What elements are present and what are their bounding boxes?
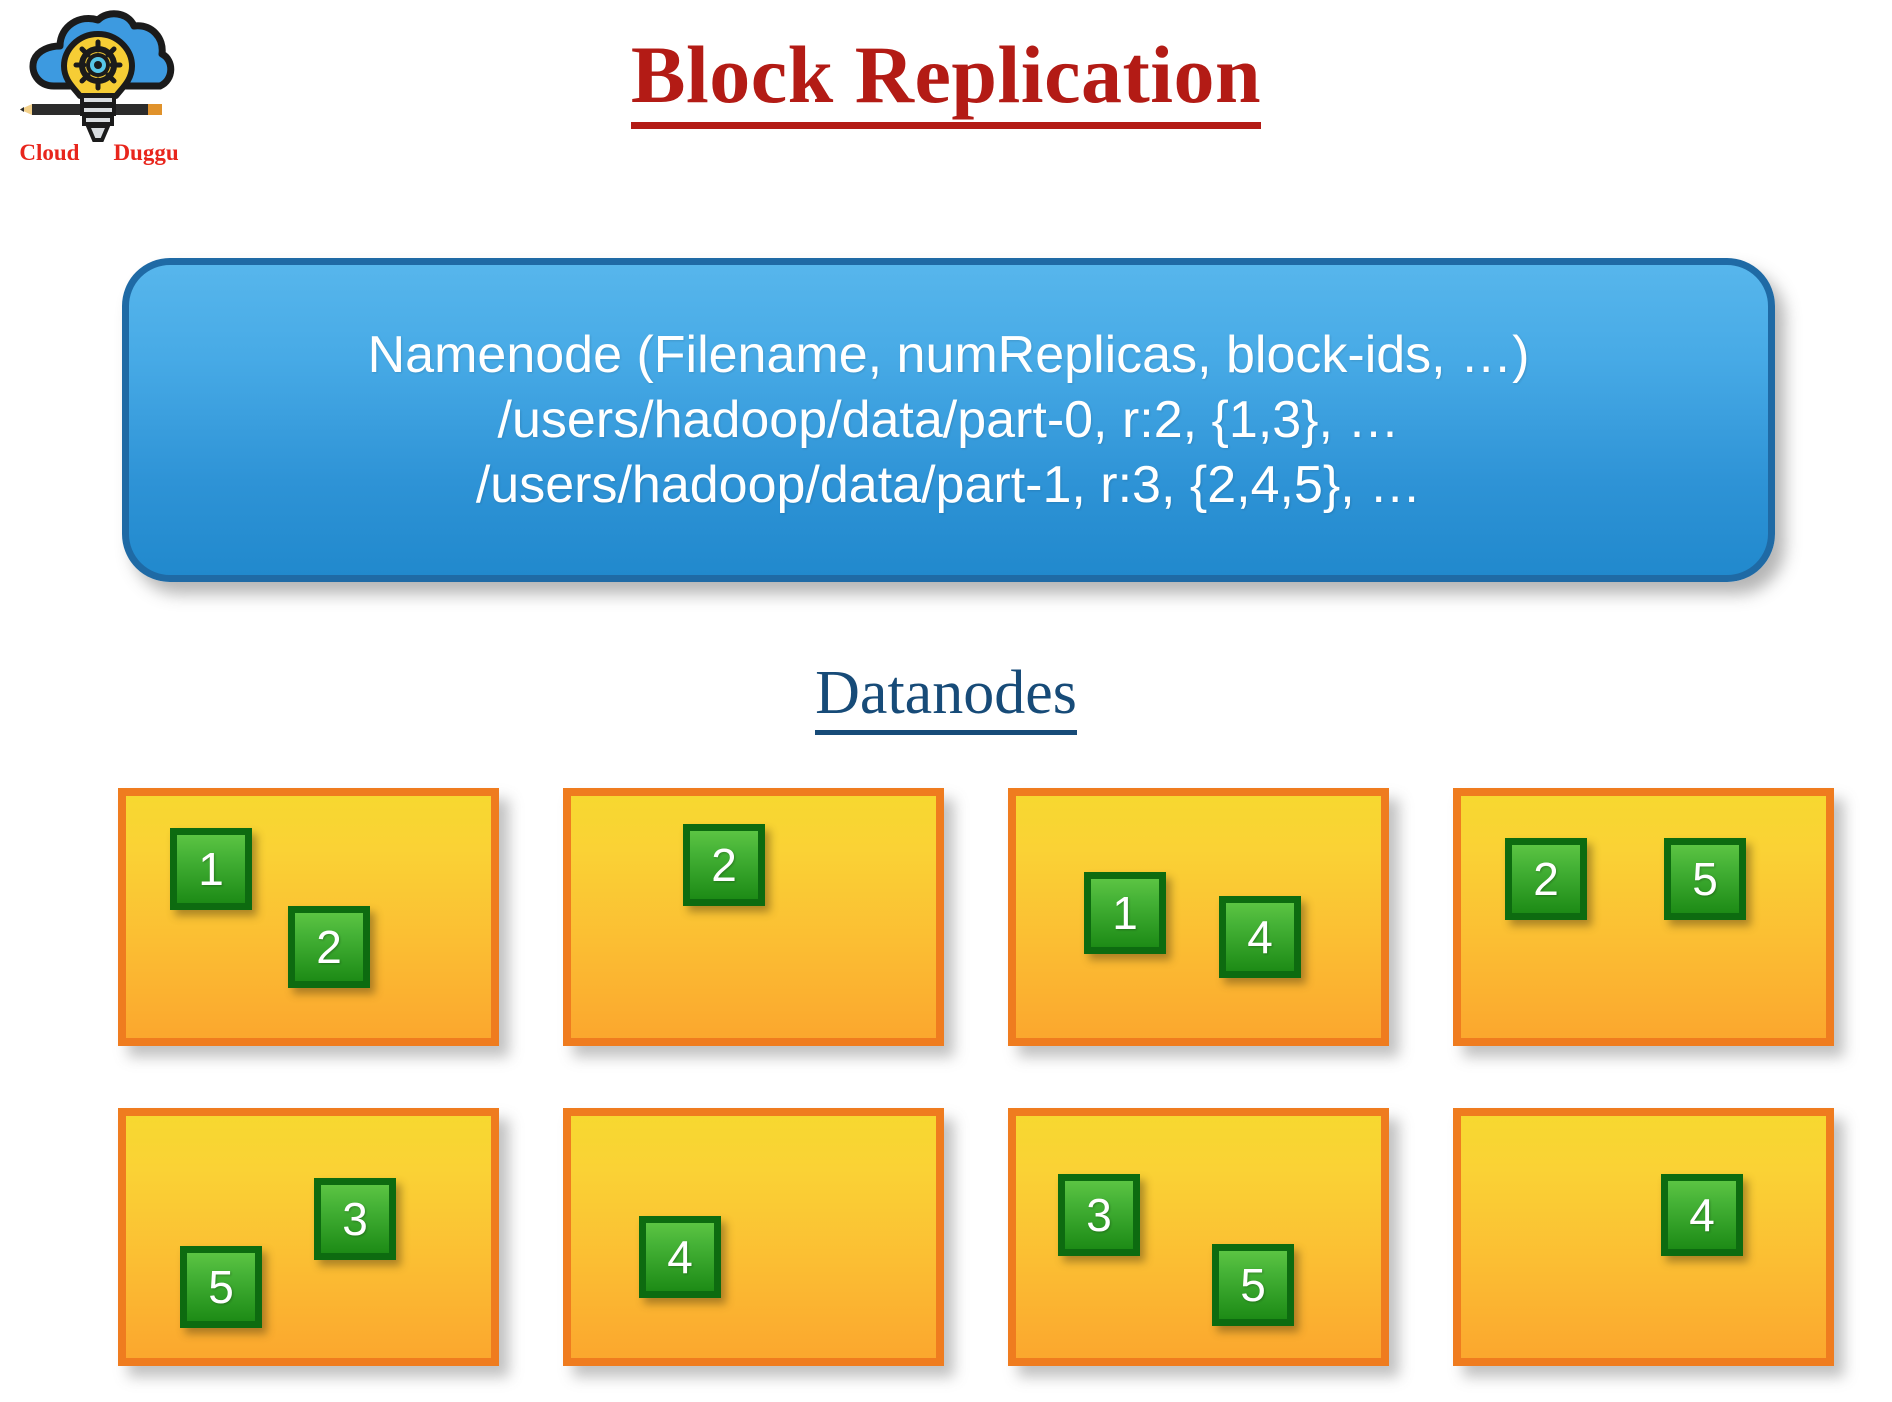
datanode-node[interactable]: 35 bbox=[118, 1108, 499, 1366]
namenode-box: Namenode (Filename, numReplicas, block-i… bbox=[122, 258, 1775, 582]
page-title-text: Block Replication bbox=[630, 29, 1262, 130]
block-replica[interactable]: 1 bbox=[170, 828, 252, 910]
block-replica[interactable]: 5 bbox=[180, 1246, 262, 1328]
block-replica[interactable]: 2 bbox=[683, 824, 765, 906]
datanode-row-1: 12 2 14 25 bbox=[118, 788, 1888, 1046]
datanode-row-2: 35 4 35 4 bbox=[118, 1108, 1888, 1366]
namenode-line-2: /users/hadoop/data/part-0, r:2, {1,3}, … bbox=[497, 390, 1400, 449]
block-replica[interactable]: 4 bbox=[1661, 1174, 1743, 1256]
datanode-node[interactable]: 14 bbox=[1008, 788, 1389, 1046]
datanode-node[interactable]: 4 bbox=[563, 1108, 944, 1366]
datanodes-grid: 12 2 14 25 35 4 35 4 bbox=[118, 788, 1888, 1402]
page-title: Block Replication bbox=[0, 28, 1892, 130]
block-replica[interactable]: 1 bbox=[1084, 872, 1166, 954]
logo-word-duggu: Duggu bbox=[113, 140, 179, 165]
block-replica[interactable]: 5 bbox=[1664, 838, 1746, 920]
datanode-node[interactable]: 25 bbox=[1453, 788, 1834, 1046]
logo-word-cloud: Cloud bbox=[19, 140, 80, 165]
block-replica[interactable]: 4 bbox=[639, 1216, 721, 1298]
datanode-node[interactable]: 12 bbox=[118, 788, 499, 1046]
block-replica[interactable]: 5 bbox=[1212, 1244, 1294, 1326]
block-replica[interactable]: 3 bbox=[1058, 1174, 1140, 1256]
namenode-line-1: Namenode (Filename, numReplicas, block-i… bbox=[367, 325, 1530, 384]
block-replica[interactable]: 4 bbox=[1219, 896, 1301, 978]
slide-canvas: Cloud Duggu Block Replication Namenode (F… bbox=[0, 0, 1892, 1402]
block-replica[interactable]: 3 bbox=[314, 1178, 396, 1260]
datanode-node[interactable]: 4 bbox=[1453, 1108, 1834, 1366]
block-replica[interactable]: 2 bbox=[1505, 838, 1587, 920]
datanode-node[interactable]: 35 bbox=[1008, 1108, 1389, 1366]
block-replica[interactable]: 2 bbox=[288, 906, 370, 988]
datanode-node[interactable]: 2 bbox=[563, 788, 944, 1046]
logo-wordmark: Cloud Duggu bbox=[14, 140, 184, 166]
namenode-text: Namenode (Filename, numReplicas, block-i… bbox=[368, 323, 1530, 518]
namenode-line-3: /users/hadoop/data/part-1, r:3, {2,4,5},… bbox=[475, 455, 1422, 514]
datanodes-heading-text: Datanodes bbox=[815, 658, 1077, 736]
datanodes-heading: Datanodes bbox=[0, 658, 1892, 736]
